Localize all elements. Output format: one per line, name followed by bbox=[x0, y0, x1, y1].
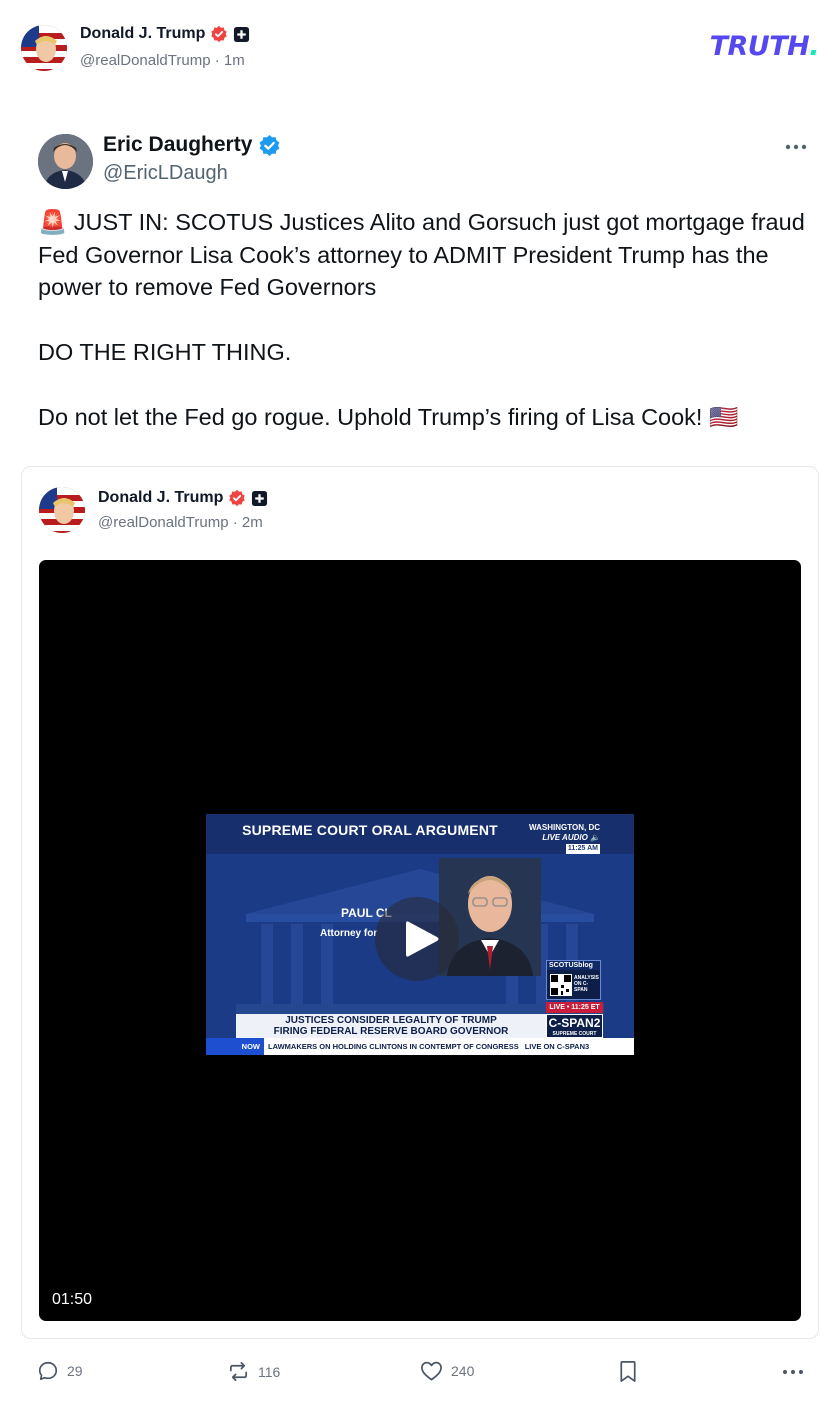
like-button[interactable]: 240 bbox=[420, 1360, 474, 1382]
plus-badge-icon bbox=[252, 490, 268, 506]
author-name[interactable]: Donald J. Trump bbox=[80, 25, 205, 43]
embedded-tweet-header: Eric Daugherty @EricLDaugh bbox=[38, 133, 808, 191]
repost-icon bbox=[229, 1362, 248, 1381]
repost-count: 116 bbox=[258, 1363, 281, 1380]
video-duration: 01:50 bbox=[52, 1291, 93, 1308]
repost-button[interactable]: 116 bbox=[227, 1360, 280, 1383]
post-header: Donald J. Trump @realDonaldTrump · 1m TR… bbox=[21, 23, 819, 73]
video-player[interactable]: SUPREME COURT ORAL ARGUMENT WASHINGTON, … bbox=[39, 560, 801, 1321]
more-horizontal-icon bbox=[783, 1370, 803, 1374]
reply-icon bbox=[38, 1361, 58, 1381]
time-separator: · bbox=[232, 514, 238, 531]
verified-badge-icon bbox=[229, 489, 246, 507]
reply-button[interactable]: 29 bbox=[37, 1360, 83, 1382]
tweet-paragraph: Do not let the Fed go rogue. Uphold Trum… bbox=[38, 404, 739, 430]
network-logo: C-SPAN2 SUPREME COURT bbox=[546, 1014, 603, 1038]
time-separator: · bbox=[214, 52, 220, 69]
like-count: 240 bbox=[451, 1363, 475, 1379]
headline-line-2: FIRING FEDERAL RESERVE BOARD GOVERNOR bbox=[273, 1026, 509, 1037]
scotusblog-sub: ANALYSIS ON C-SPAN bbox=[574, 975, 599, 993]
plus-badge-icon bbox=[234, 26, 250, 42]
thumbnail-clock: 11:25 AM bbox=[565, 844, 600, 854]
network-sub: SUPREME COURT bbox=[552, 1031, 597, 1037]
author-avatar[interactable] bbox=[21, 25, 67, 71]
scotusblog-label: SCOTUSblog bbox=[547, 961, 600, 970]
action-bar: 29 116 240 bbox=[37, 1360, 807, 1388]
thumbnail-location-text: WASHINGTON, DC bbox=[529, 823, 600, 832]
verified-check-icon bbox=[259, 134, 280, 156]
bookmark-icon bbox=[620, 1361, 636, 1382]
thumbnail-headline: JUSTICES CONSIDER LEGALITY OF TRUMP FIRI… bbox=[236, 1014, 546, 1038]
network-name: C-SPAN2 bbox=[548, 1016, 601, 1030]
thumbnail-live-audio: LIVE AUDIO 🔈 bbox=[542, 833, 600, 842]
tweet-text: 🚨 JUST IN: SCOTUS Justices Alito and Gor… bbox=[38, 206, 808, 434]
thumbnail-location: WASHINGTON, DC LIVE AUDIO 🔈 11:25 AM bbox=[529, 823, 600, 854]
tweet-author-handle[interactable]: @EricLDaugh bbox=[103, 162, 228, 185]
more-actions-button[interactable] bbox=[781, 1360, 805, 1384]
more-options-icon[interactable] bbox=[784, 135, 808, 159]
quoted-author-name[interactable]: Donald J. Trump bbox=[98, 489, 223, 507]
live-badge: LIVE • 11:25 ET bbox=[546, 1002, 603, 1013]
thumbnail-title: SUPREME COURT ORAL ARGUMENT bbox=[242, 822, 498, 838]
qr-code-icon bbox=[550, 974, 572, 996]
quoted-post-time[interactable]: 2m bbox=[242, 514, 263, 531]
headline-line-1: JUSTICES CONSIDER LEGALITY OF TRUMP bbox=[285, 1015, 497, 1026]
post-time[interactable]: 1m bbox=[224, 52, 245, 69]
quoted-post[interactable]: Donald J. Trump @realDonaldTrump · 2m SU… bbox=[21, 466, 819, 1339]
ticker-live-on: LIVE ON C-SPAN3 bbox=[524, 1042, 590, 1051]
tweet-author-name[interactable]: Eric Daugherty bbox=[103, 133, 252, 157]
bookmark-button[interactable] bbox=[618, 1360, 638, 1383]
truth-logo-dot: . bbox=[809, 31, 819, 62]
play-button[interactable] bbox=[375, 897, 459, 981]
quoted-author-handle[interactable]: @realDonaldTrump bbox=[98, 514, 229, 531]
play-icon bbox=[406, 921, 439, 957]
tweet-paragraph: 🚨 JUST IN: SCOTUS Justices Alito and Gor… bbox=[38, 209, 805, 300]
heart-icon bbox=[421, 1361, 442, 1381]
ticker-now: NOW bbox=[206, 1038, 264, 1055]
tweet-paragraph: DO THE RIGHT THING. bbox=[38, 339, 292, 365]
scotusblog-box: SCOTUSblog ANALYSIS ON C-SPAN bbox=[546, 960, 601, 1000]
truth-logo-text: TRUTH bbox=[709, 31, 810, 62]
reply-count: 29 bbox=[67, 1363, 83, 1379]
news-ticker: NOW LAWMAKERS ON HOLDING CLINTONS IN CONT… bbox=[206, 1038, 634, 1055]
truth-logo[interactable]: TRUTH. bbox=[709, 31, 820, 62]
verified-badge-icon bbox=[211, 25, 228, 43]
thumbnail-speaker-role: Attorney for bbox=[320, 928, 378, 939]
ticker-text: LAWMAKERS ON HOLDING CLINTONS IN CONTEMP… bbox=[268, 1042, 519, 1051]
tweet-author-avatar[interactable] bbox=[38, 134, 93, 189]
quoted-author-avatar[interactable] bbox=[39, 487, 85, 533]
author-handle[interactable]: @realDonaldTrump bbox=[80, 52, 211, 69]
